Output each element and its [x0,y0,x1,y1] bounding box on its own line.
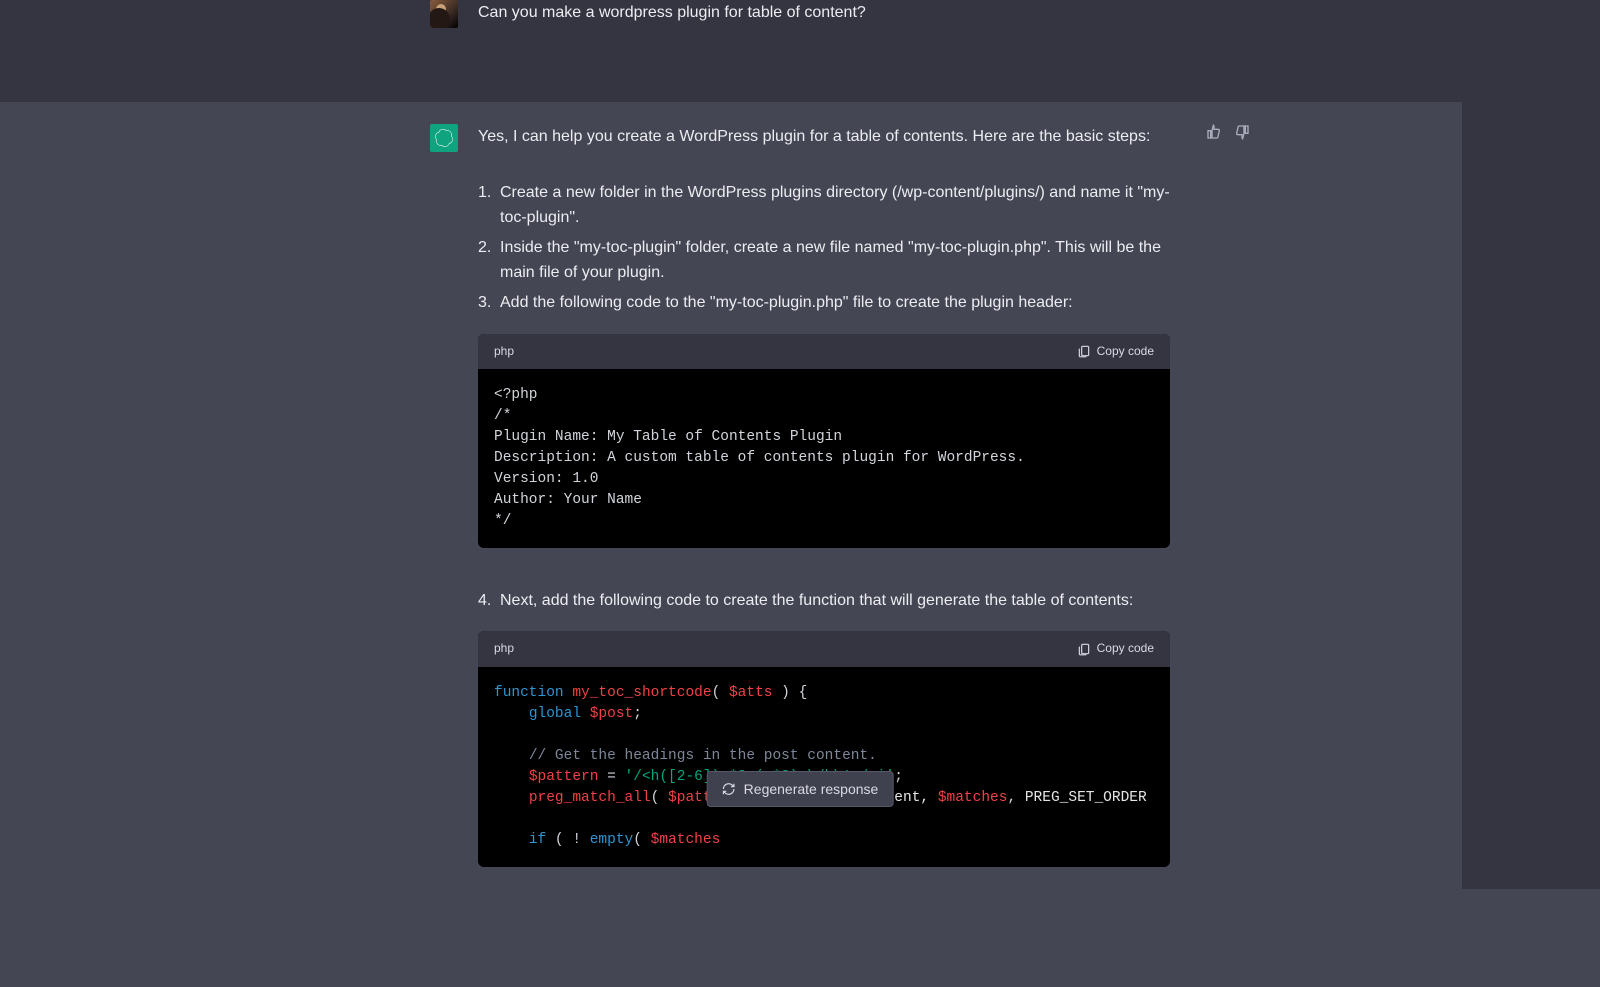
clipboard-icon [1077,344,1091,358]
user-message-row: Can you make a wordpress plugin for tabl… [0,0,1600,52]
code-lang-label: php [494,639,514,658]
code-2-content[interactable]: function my_toc_shortcode( $atts ) { glo… [478,667,1170,867]
openai-logo-icon [435,129,453,147]
step-1-text: Create a new folder in the WordPress plu… [500,184,1170,227]
copy-code-button[interactable]: Copy code [1077,342,1154,361]
code-block-2: php Copy code function my_toc_shortcode(… [478,631,1170,866]
refresh-icon [722,782,736,796]
assistant-message-row: Yes, I can help you create a WordPress p… [0,102,1600,987]
regenerate-response-button[interactable]: Regenerate response [707,771,894,807]
user-prompt-text: Can you make a wordpress plugin for tabl… [478,4,866,21]
viewport-mask [1462,0,1600,889]
steps-list-cont: Next, add the following code to create t… [478,588,1170,614]
copy-code-button[interactable]: Copy code [1077,639,1154,658]
code-1-content[interactable]: <?php /* Plugin Name: My Table of Conten… [478,369,1170,548]
assistant-intro-text: Yes, I can help you create a WordPress p… [478,128,1150,145]
copy-code-label: Copy code [1097,639,1154,658]
step-3: Add the following code to the "my-toc-pl… [478,290,1170,316]
assistant-avatar [430,124,458,152]
step-4-text: Next, add the following code to create t… [500,592,1133,609]
code-block-1: php Copy code <?php /* Plugin Name: My T… [478,334,1170,548]
step-2: Inside the "my-toc-plugin" folder, creat… [478,235,1170,286]
step-3-text: Add the following code to the "my-toc-pl… [500,294,1073,311]
regenerate-label: Regenerate response [744,781,879,797]
step-4: Next, add the following code to create t… [478,588,1170,614]
steps-list: Create a new folder in the WordPress plu… [478,180,1170,316]
clipboard-icon [1077,642,1091,656]
thumbs-down-icon[interactable] [1234,124,1250,140]
user-avatar [430,0,458,28]
step-2-text: Inside the "my-toc-plugin" folder, creat… [500,239,1161,282]
copy-code-label: Copy code [1097,342,1154,361]
thumbs-up-icon[interactable] [1206,124,1222,140]
code-lang-label: php [494,342,514,361]
message-feedback [1206,124,1250,140]
step-1: Create a new folder in the WordPress plu… [478,180,1170,231]
